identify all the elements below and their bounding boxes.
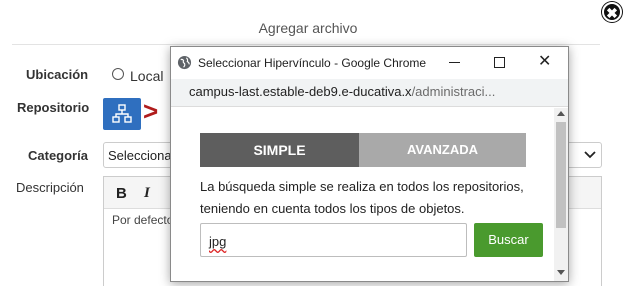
address-bar[interactable]: campus-last.estable-deb9.e-ducativa.x/ad… xyxy=(171,79,568,107)
url-text: campus-last.estable-deb9.e-ducativa.x/ad… xyxy=(189,84,495,99)
categoria-selected-value: Seleccionar xyxy=(108,148,176,163)
close-dialog-icon[interactable]: ✖ xyxy=(602,2,622,22)
search-description: La búsqueda simple se realiza en todos l… xyxy=(200,179,524,216)
hyperlink-popup-window: Seleccionar Hipervínculo - Google Chrome… xyxy=(170,46,569,282)
search-input[interactable]: jpg xyxy=(200,223,467,257)
globe-icon xyxy=(177,55,192,70)
vertical-scrollbar[interactable] xyxy=(554,108,568,281)
url-host: campus-last.estable-deb9.e-ducativa.x xyxy=(189,84,412,99)
repositorio-button[interactable] xyxy=(103,98,141,130)
tab-simple[interactable]: SIMPLE xyxy=(200,133,359,167)
scroll-thumb[interactable] xyxy=(556,122,566,228)
maximize-icon[interactable] xyxy=(494,57,505,68)
repositorio-label: Repositorio xyxy=(17,100,90,115)
tab-avanzada[interactable]: AVANZADA xyxy=(359,133,526,167)
popup-content: SIMPLE AVANZADA La búsqueda simple se re… xyxy=(171,108,554,281)
ubicacion-label: Ubicación xyxy=(26,67,89,82)
descripcion-label: Descripción xyxy=(16,180,84,195)
scroll-up-arrow-icon[interactable] xyxy=(557,111,565,116)
editor-content[interactable]: Por defecto xyxy=(112,213,173,227)
local-radio[interactable] xyxy=(112,68,124,80)
italic-button[interactable]: I xyxy=(144,185,150,202)
scroll-down-arrow-icon[interactable] xyxy=(557,270,565,275)
minimize-icon[interactable] xyxy=(449,62,460,63)
dialog-title: Agregar archivo xyxy=(258,20,358,36)
local-radio-label[interactable]: Local xyxy=(130,68,163,84)
url-path: /administraci... xyxy=(411,84,496,99)
search-input-value: jpg xyxy=(209,234,227,249)
chevron-down-icon xyxy=(584,151,596,159)
window-titlebar[interactable]: Seleccionar Hipervínculo - Google Chrome… xyxy=(171,47,568,79)
sitemap-icon xyxy=(112,104,132,123)
window-close-icon[interactable]: ✕ xyxy=(538,53,551,71)
categoria-label: Categoría xyxy=(28,148,88,163)
chevron-right-icon: > xyxy=(143,96,159,126)
window-title: Seleccionar Hipervínculo - Google Chrome xyxy=(198,56,427,70)
bold-button[interactable]: B xyxy=(116,185,127,202)
title-divider xyxy=(12,44,600,45)
buscar-button[interactable]: Buscar xyxy=(474,223,543,257)
